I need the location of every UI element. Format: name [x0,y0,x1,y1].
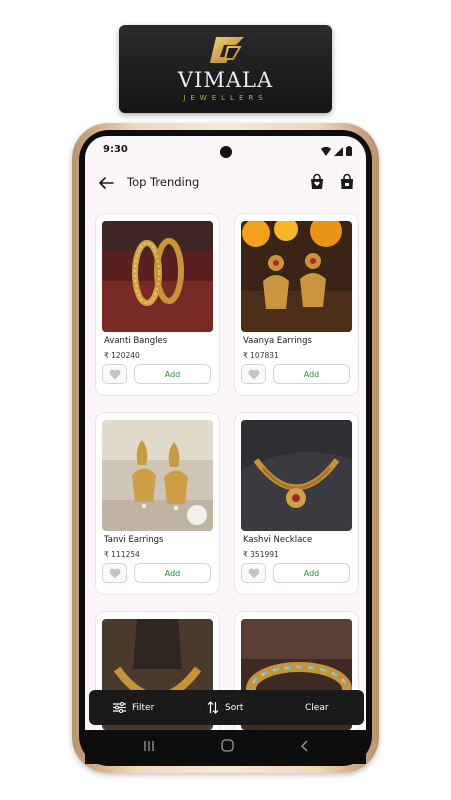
heart-icon [109,369,120,379]
front-camera [220,146,232,158]
status-time: 9:30 [103,144,128,155]
product-price: ₹ 120240 [104,351,140,360]
brand-monogram-icon [210,37,244,63]
sort-label: Sort [225,702,244,713]
product-image-earrings[interactable] [241,221,352,332]
battery-icon [346,146,352,156]
product-image-necklace[interactable] [241,420,352,531]
wishlist-button[interactable] [241,563,266,583]
product-card[interactable]: Tanvi Earrings ₹ 111254 Add [95,412,220,595]
heart-icon [109,568,120,578]
product-price: ₹ 107831 [243,351,279,360]
wishlist-button[interactable] [241,364,266,384]
app-screen: 9:30 Top Trending Avanti Bangles ₹ 12024… [85,136,366,730]
product-name: Kashvi Necklace [243,535,313,545]
system-navigation-bar [85,730,366,764]
recent-apps-icon[interactable] [143,740,155,752]
product-image-bangles[interactable] [102,221,213,332]
filter-icon [113,702,126,713]
wifi-icon [321,146,331,156]
add-to-cart-button[interactable]: Add [273,563,350,583]
add-to-cart-button[interactable]: Add [134,364,211,384]
signal-icon [334,146,343,156]
brand-name: VIMALA [177,68,274,92]
product-name: Avanti Bangles [104,336,168,346]
nav-back-icon[interactable] [299,740,311,752]
clear-label: Clear [305,702,329,713]
heart-icon [248,369,259,379]
home-icon[interactable] [221,739,234,752]
wishlist-button[interactable] [102,364,127,384]
product-name: Vaanya Earrings [243,336,312,346]
back-arrow-icon[interactable] [97,174,115,192]
shopping-bag-icon[interactable] [338,173,356,191]
bottom-action-bar: Filter Sort Clear [89,690,364,725]
status-icons [321,146,352,156]
product-card[interactable]: Vaanya Earrings ₹ 107831 Add [234,213,359,396]
product-image-earrings[interactable] [102,420,213,531]
add-to-cart-button[interactable]: Add [273,364,350,384]
filter-label: Filter [132,702,155,713]
wishlist-button[interactable] [102,563,127,583]
brand-tagline: JEWELLERS [183,94,268,102]
sort-button[interactable]: Sort [207,690,243,725]
product-price: ₹ 111254 [104,550,140,559]
product-card[interactable]: Kashvi Necklace ₹ 351991 Add [234,412,359,595]
brand-logo: VIMALA JEWELLERS [119,25,332,113]
product-card[interactable]: Avanti Bangles ₹ 120240 Add [95,213,220,396]
page-title: Top Trending [127,175,200,189]
heart-icon [248,568,259,578]
filter-button[interactable]: Filter [113,690,154,725]
cart-icon[interactable] [308,173,326,191]
add-to-cart-button[interactable]: Add [134,563,211,583]
clear-button[interactable]: Clear [305,690,329,725]
product-name: Tanvi Earrings [104,535,164,545]
product-price: ₹ 351991 [243,550,279,559]
sort-icon [207,701,219,714]
